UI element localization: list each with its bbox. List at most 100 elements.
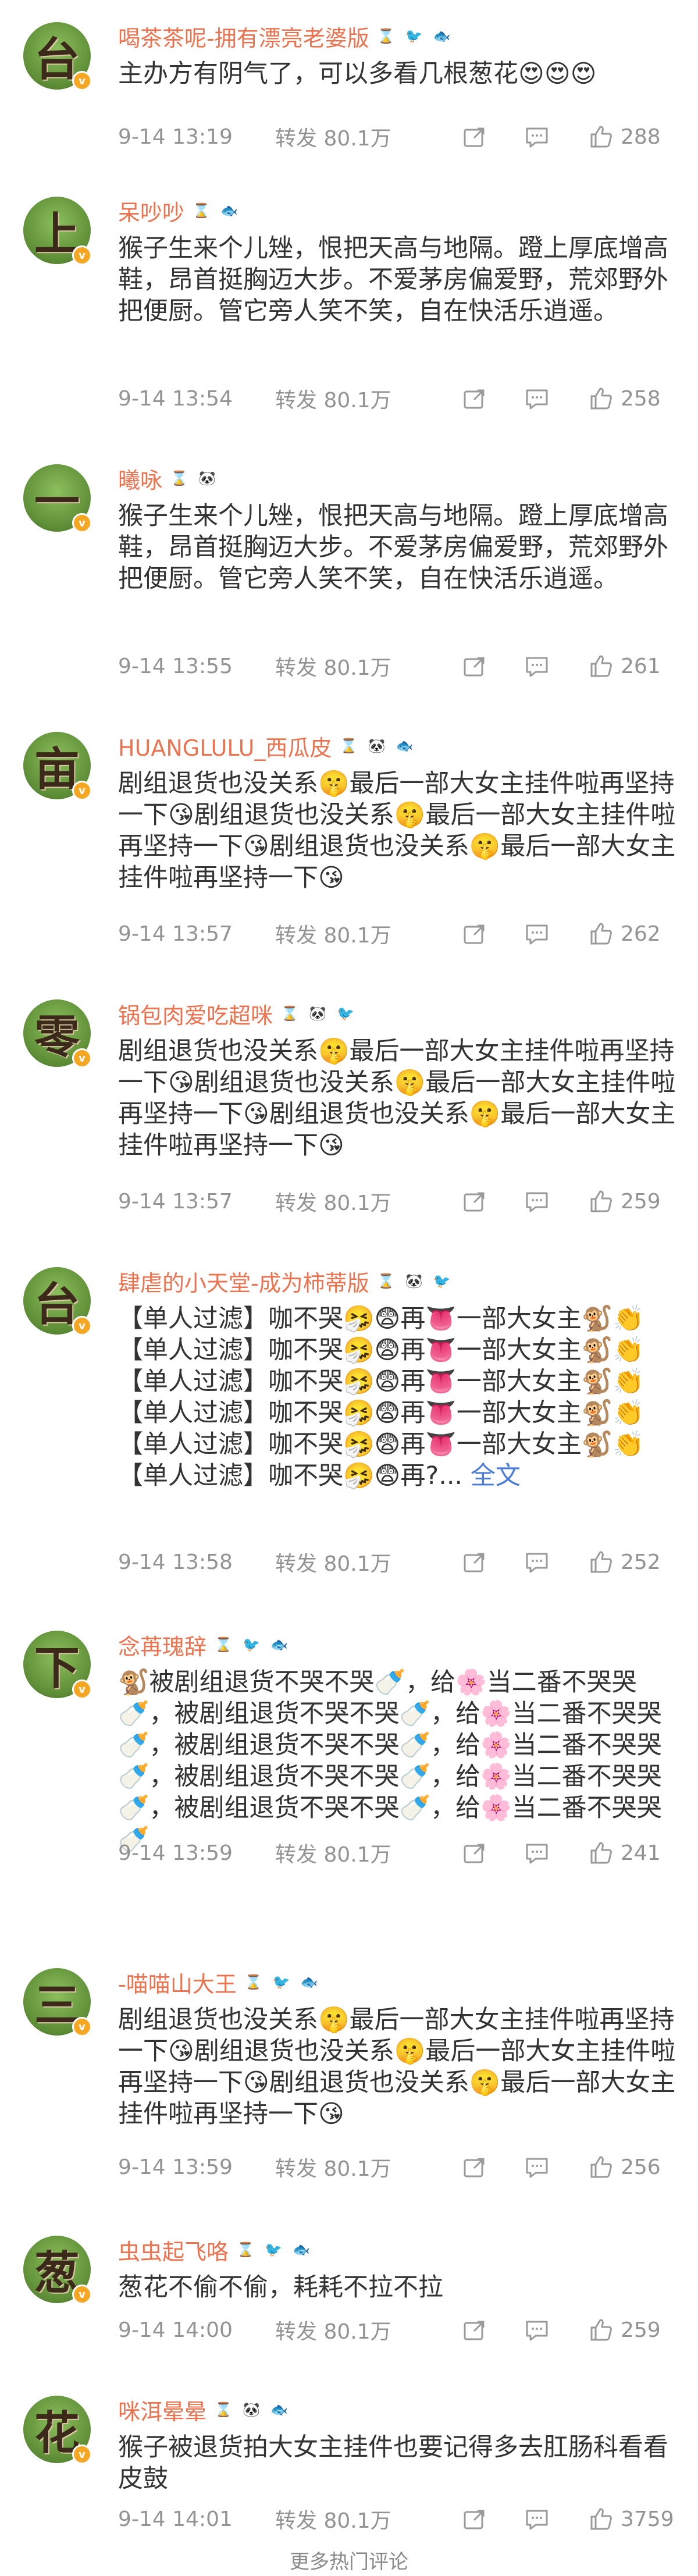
- reply-button[interactable]: [524, 122, 550, 151]
- avatar[interactable]: 下 v: [23, 1631, 92, 1699]
- share-button[interactable]: [461, 122, 487, 151]
- avatar[interactable]: 花 v: [23, 2396, 92, 2464]
- share-button[interactable]: [461, 1187, 487, 1216]
- hourglass-badge-icon[interactable]: ⌛: [234, 2239, 257, 2261]
- fish-badge-icon[interactable]: 🐟: [290, 2239, 312, 2261]
- username-link[interactable]: 喝茶茶呢-拥有漂亮老婆版: [118, 20, 369, 52]
- comment-icon: [526, 1844, 548, 1864]
- panda-badge-icon[interactable]: 🐼: [240, 2399, 262, 2421]
- username-link[interactable]: 念苒瑰辞: [118, 1629, 206, 1661]
- username-link[interactable]: 锅包肉爱吃超咪: [118, 998, 273, 1030]
- like-button[interactable]: 256: [588, 2152, 661, 2182]
- bird-badge-icon[interactable]: 🐦: [334, 1002, 357, 1024]
- avatar[interactable]: 葱 v: [23, 2236, 92, 2304]
- hourglass-badge-icon[interactable]: ⌛: [337, 735, 359, 757]
- comment-icon: [526, 2321, 548, 2341]
- like-button[interactable]: 288: [588, 122, 661, 151]
- username-link[interactable]: -喵喵山大王: [118, 1966, 237, 1998]
- comment-icon: [526, 657, 548, 677]
- fish-badge-icon[interactable]: 🐟: [218, 200, 240, 222]
- comment-item: 零 v 锅包肉爱吃超咪 ⌛ 🐼 🐦 剧组退货也没关系🤫最后一部大女主挂件啦再坚持一下…: [0, 977, 698, 1245]
- share-button[interactable]: [461, 919, 487, 948]
- verified-icon: v: [72, 513, 92, 533]
- repost-count: 转发 80.1万: [275, 924, 391, 948]
- username-link[interactable]: 虫虫起飞咯: [118, 2234, 229, 2266]
- panda-badge-icon[interactable]: 🐼: [196, 467, 218, 489]
- avatar[interactable]: 台 v: [23, 22, 92, 91]
- comment-item: 亩 v HUANGLULU_西瓜皮 ⌛ 🐼 🐟 剧组退货也没关系🤫最后一部大女主挂件…: [0, 710, 698, 977]
- share-icon: [464, 1553, 485, 1572]
- panda-badge-icon[interactable]: 🐼: [403, 1270, 425, 1292]
- like-button[interactable]: 262: [588, 919, 661, 948]
- hourglass-badge-icon[interactable]: ⌛: [375, 25, 397, 47]
- fish-badge-icon[interactable]: 🐟: [268, 2399, 290, 2421]
- like-button[interactable]: 252: [588, 1547, 661, 1577]
- bird-badge-icon[interactable]: 🐦: [262, 2239, 284, 2261]
- comment-item: 台 v 喝茶茶呢-拥有漂亮老婆版 ⌛ 🐦 🐟 主办方有阴气了，可以多看几根葱花😍😍😍…: [0, 0, 698, 175]
- repost-count: 转发 80.1万: [275, 1191, 391, 1215]
- share-button[interactable]: [461, 2315, 487, 2344]
- like-count: 261: [621, 654, 661, 678]
- like-button[interactable]: 241: [588, 1838, 661, 1867]
- username-link[interactable]: 曦咏: [118, 462, 162, 494]
- comment-body: 猴子被退货拍大女主挂件也要记得多去肛肠科看看皮鼓: [118, 2433, 668, 2493]
- username-row: 咪洱晕晕 ⌛ 🐼 🐟: [118, 2393, 290, 2426]
- fish-badge-icon[interactable]: 🐟: [393, 735, 415, 757]
- like-count: 262: [621, 921, 661, 946]
- username-row: -喵喵山大王 ⌛ 🐦 🐟: [118, 1966, 320, 1998]
- hourglass-badge-icon[interactable]: ⌛: [212, 1634, 234, 1656]
- fish-badge-icon[interactable]: 🐟: [298, 1971, 320, 1993]
- reply-button[interactable]: [524, 1547, 550, 1577]
- like-button[interactable]: 259: [588, 2315, 661, 2344]
- hourglass-badge-icon[interactable]: ⌛: [212, 2399, 234, 2421]
- username-link[interactable]: 肆虐的小天堂-成为柿蒂版: [118, 1265, 369, 1297]
- reply-button[interactable]: [524, 2504, 550, 2534]
- reply-button[interactable]: [524, 2315, 550, 2344]
- share-button[interactable]: [461, 2152, 487, 2182]
- username-link[interactable]: 咪洱晕晕: [118, 2394, 206, 2426]
- share-button[interactable]: [461, 1547, 487, 1577]
- hourglass-badge-icon[interactable]: ⌛: [375, 1270, 397, 1292]
- hourglass-badge-icon[interactable]: ⌛: [190, 200, 212, 222]
- avatar[interactable]: 台 v: [23, 1267, 92, 1336]
- comment-icon: [526, 2510, 548, 2530]
- reply-button[interactable]: [524, 1187, 550, 1216]
- comment-body: 剧组退货也没关系🤫最后一部大女主挂件啦再坚持一下😘剧组退货也没关系🤫最后一部大女…: [118, 769, 676, 892]
- reply-button[interactable]: [524, 652, 550, 681]
- username-row: 虫虫起飞咯 ⌛ 🐦 🐟: [118, 2233, 312, 2266]
- bird-badge-icon[interactable]: 🐦: [403, 25, 425, 47]
- bird-badge-icon[interactable]: 🐦: [431, 1270, 453, 1292]
- like-button[interactable]: 261: [588, 652, 661, 681]
- fish-badge-icon[interactable]: 🐟: [431, 25, 453, 47]
- username-link[interactable]: 呆吵吵: [118, 195, 184, 227]
- more-comments-hint[interactable]: 更多热门评论: [0, 2546, 698, 2576]
- hourglass-badge-icon[interactable]: ⌛: [279, 1002, 301, 1024]
- avatar[interactable]: 亩 v: [23, 732, 92, 800]
- hourglass-badge-icon[interactable]: ⌛: [243, 1971, 265, 1993]
- avatar[interactable]: 零 v: [23, 999, 92, 1068]
- avatar[interactable]: 三 v: [23, 1968, 92, 2037]
- reply-button[interactable]: [524, 1838, 550, 1867]
- like-button[interactable]: 3759: [588, 2504, 674, 2534]
- read-full-link[interactable]: 全文: [462, 1461, 521, 1490]
- avatar[interactable]: 一 v: [23, 464, 92, 533]
- share-button[interactable]: [461, 1838, 487, 1867]
- fish-badge-icon[interactable]: 🐟: [268, 1634, 290, 1656]
- reply-button[interactable]: [524, 919, 550, 948]
- bird-badge-icon[interactable]: 🐦: [240, 1634, 262, 1656]
- share-button[interactable]: [461, 384, 487, 413]
- like-button[interactable]: 259: [588, 1187, 661, 1216]
- share-button[interactable]: [461, 2504, 487, 2534]
- like-count: 3759: [621, 2507, 674, 2531]
- reply-button[interactable]: [524, 384, 550, 413]
- like-button[interactable]: 258: [588, 384, 661, 413]
- hourglass-badge-icon[interactable]: ⌛: [168, 467, 190, 489]
- bird-badge-icon[interactable]: 🐦: [270, 1971, 293, 1993]
- panda-badge-icon[interactable]: 🐼: [307, 1002, 329, 1024]
- reply-button[interactable]: [524, 2152, 550, 2182]
- share-button[interactable]: [461, 652, 487, 681]
- comment-text: 猴子生来个儿矬，恨把天高与地隔。蹬上厚底增高鞋，昂首挺胸迈大步。不爱茅房偏爱野，…: [118, 500, 676, 595]
- avatar[interactable]: 上 v: [23, 197, 92, 265]
- username-link[interactable]: HUANGLULU_西瓜皮: [118, 730, 332, 762]
- panda-badge-icon[interactable]: 🐼: [365, 735, 387, 757]
